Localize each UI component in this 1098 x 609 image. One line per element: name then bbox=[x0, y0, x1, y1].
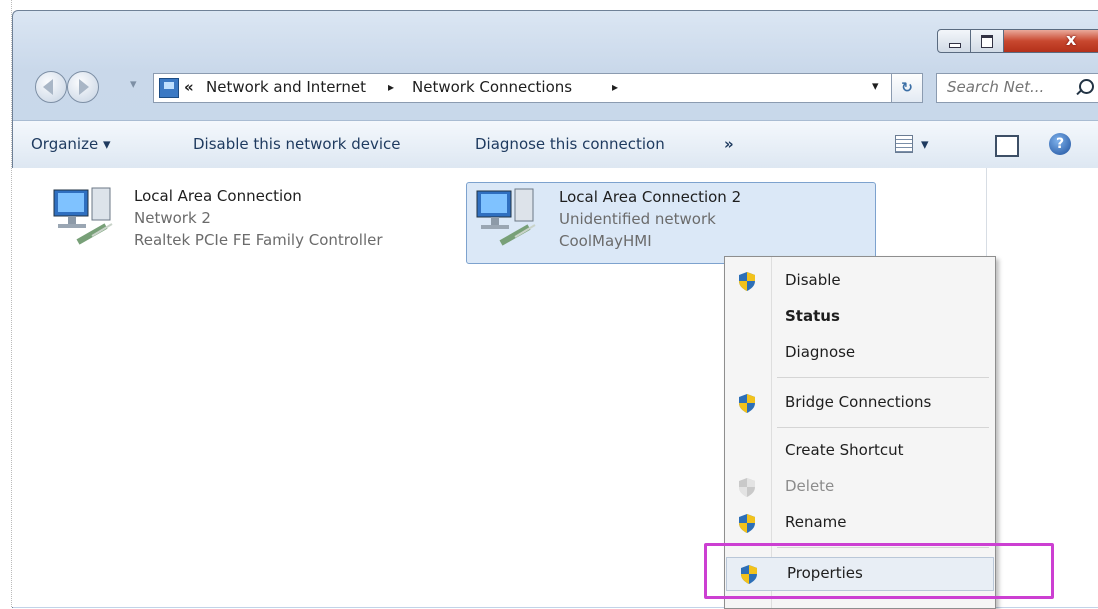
maximize-icon bbox=[981, 35, 993, 48]
menu-item-diagnose[interactable]: Diagnose bbox=[725, 337, 995, 369]
menu-item-create-shortcut-label: Create Shortcut bbox=[785, 441, 904, 459]
menu-item-rename-label: Rename bbox=[785, 513, 847, 531]
connection-1-device: Realtek PCIe FE Family Controller bbox=[134, 231, 383, 249]
menu-separator bbox=[777, 427, 989, 428]
left-window-edge bbox=[0, 0, 12, 607]
breadcrumb-separator-end[interactable]: ▸ bbox=[612, 80, 618, 94]
help-icon[interactable]: ? bbox=[1049, 133, 1071, 155]
view-options-dropdown[interactable]: ▾ bbox=[921, 135, 929, 153]
menu-item-create-shortcut[interactable]: Create Shortcut bbox=[725, 435, 995, 467]
search-icon[interactable] bbox=[1079, 79, 1094, 94]
connection-2-network: Unidentified network bbox=[559, 210, 716, 228]
change-view-icon[interactable] bbox=[895, 135, 913, 153]
refresh-icon: ↻ bbox=[901, 80, 913, 96]
navigation-bar: ▾ « Network and Internet ▸ Network Conne… bbox=[13, 63, 1098, 107]
maximize-button[interactable] bbox=[970, 29, 1004, 53]
network-adapter-icon bbox=[53, 187, 113, 245]
menu-item-diagnose-label: Diagnose bbox=[785, 343, 856, 361]
search-input[interactable] bbox=[945, 77, 1079, 97]
connection-2-name: Local Area Connection 2 bbox=[559, 188, 742, 206]
connection-1-name: Local Area Connection bbox=[134, 187, 302, 205]
network-adapter-icon bbox=[476, 188, 536, 246]
minimize-button[interactable] bbox=[937, 29, 971, 53]
close-button[interactable]: x bbox=[1003, 29, 1098, 53]
connection-2-device: CoolMayHMI bbox=[559, 232, 652, 250]
menu-item-bridge-connections[interactable]: Bridge Connections bbox=[725, 387, 995, 419]
menu-separator bbox=[777, 377, 989, 378]
menu-item-delete: Delete bbox=[725, 471, 995, 503]
back-arrow-icon bbox=[43, 79, 53, 95]
properties-highlight-box bbox=[704, 543, 1054, 599]
uac-shield-disabled-icon bbox=[739, 478, 755, 497]
menu-item-disable[interactable]: Disable bbox=[725, 265, 995, 297]
recent-pages-dropdown[interactable]: ▾ bbox=[130, 77, 137, 92]
back-button[interactable] bbox=[35, 71, 67, 103]
network-folder-icon bbox=[159, 78, 179, 98]
address-bar[interactable]: « Network and Internet ▸ Network Connect… bbox=[153, 73, 912, 103]
refresh-button[interactable]: ↻ bbox=[891, 73, 923, 103]
organize-menu[interactable]: Organize ▾ bbox=[31, 135, 111, 153]
menu-item-status-label: Status bbox=[785, 307, 840, 325]
uac-shield-icon bbox=[739, 514, 755, 533]
menu-item-disable-label: Disable bbox=[785, 271, 841, 289]
breadcrumb-network-connections[interactable]: Network Connections bbox=[412, 78, 572, 96]
command-bar: Organize ▾ Disable this network device D… bbox=[13, 120, 1098, 170]
disable-device-button[interactable]: Disable this network device bbox=[193, 135, 401, 153]
breadcrumb-network-and-internet[interactable]: Network and Internet bbox=[206, 78, 366, 96]
forward-button[interactable] bbox=[67, 71, 99, 103]
search-box[interactable] bbox=[936, 73, 1098, 103]
preview-pane-icon[interactable] bbox=[995, 135, 1019, 157]
uac-shield-icon bbox=[739, 394, 755, 413]
connection-item-2[interactable]: Local Area Connection 2 Unidentified net… bbox=[466, 182, 876, 264]
menu-item-delete-label: Delete bbox=[785, 477, 835, 495]
breadcrumb-overflow[interactable]: « bbox=[184, 78, 194, 96]
connection-1-network: Network 2 bbox=[134, 209, 211, 227]
minimize-icon bbox=[949, 43, 961, 48]
more-commands-button[interactable]: » bbox=[724, 135, 734, 153]
menu-item-bridge-connections-label: Bridge Connections bbox=[785, 393, 932, 411]
diagnose-connection-button[interactable]: Diagnose this connection bbox=[475, 135, 665, 153]
connection-item-1[interactable]: Local Area Connection Network 2 Realtek … bbox=[48, 182, 448, 262]
uac-shield-icon bbox=[739, 272, 755, 291]
breadcrumb-separator[interactable]: ▸ bbox=[388, 80, 394, 94]
address-history-dropdown[interactable]: ▾ bbox=[872, 79, 879, 94]
menu-item-status[interactable]: Status bbox=[725, 301, 995, 333]
forward-arrow-icon bbox=[79, 79, 89, 95]
menu-item-rename[interactable]: Rename bbox=[725, 507, 995, 539]
close-icon: x bbox=[1066, 30, 1077, 49]
